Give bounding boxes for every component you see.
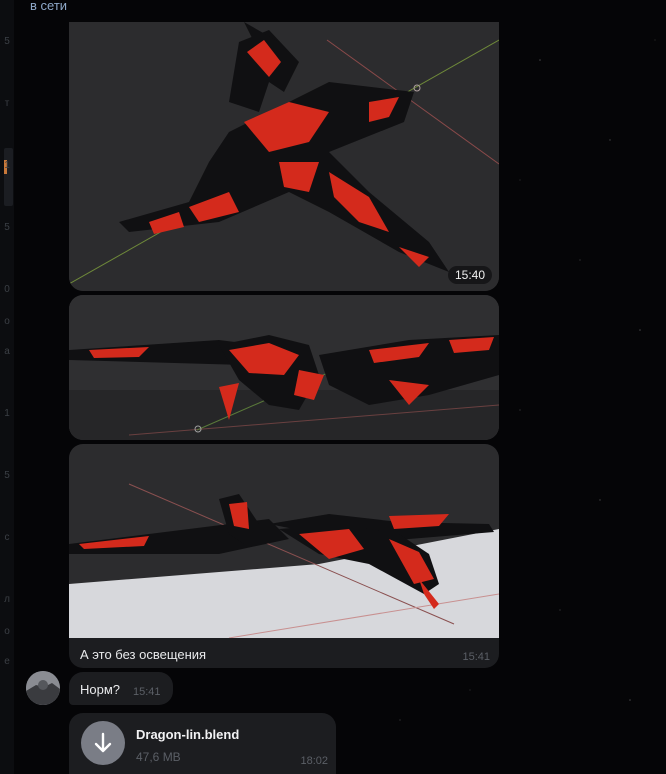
photo-message[interactable] [69, 295, 499, 440]
message-time: 15:41 [133, 686, 161, 698]
photo-message-with-caption[interactable]: А это без освещения 15:41 [69, 444, 499, 668]
chat-list-mark: о [4, 316, 10, 327]
chat-list-mark: 1 [4, 408, 10, 419]
chat-list-mark: 5 [4, 470, 10, 481]
chat-list-mark: 5 [4, 222, 10, 233]
message-time: 15:41 [462, 651, 490, 663]
message-text: Норм? [80, 682, 121, 697]
chat-list-mark: 0 [4, 284, 10, 295]
chat-list-mark: 1 [4, 160, 10, 171]
chat-list-mark: 5 [4, 36, 10, 47]
message-time: 15:40 [447, 266, 492, 284]
chat-list-mark: с [4, 532, 10, 543]
file-message[interactable]: Dragon-lin.blend 47,6 MB 18:02 [69, 713, 336, 774]
dragon-render-image [69, 22, 499, 291]
active-chat-indicator[interactable] [4, 148, 13, 206]
message-time: 18:02 [300, 755, 328, 767]
dragon-render-image [69, 444, 499, 638]
dragon-render-image [69, 295, 499, 440]
chat-list-mark: о [4, 626, 10, 637]
chat-list-mark: л [4, 594, 10, 605]
photo-container [69, 444, 499, 638]
photo-message[interactable]: 15:40 [69, 22, 499, 291]
download-icon [94, 732, 112, 753]
chat-list-mark: т [4, 98, 10, 109]
photo-caption: А это без освещения [80, 647, 207, 662]
file-name[interactable]: Dragon-lin.blend [136, 727, 239, 742]
download-button[interactable] [81, 721, 125, 765]
chat-list-mark: е [4, 656, 10, 667]
avatar[interactable] [26, 671, 60, 705]
text-message[interactable]: Норм? 15:41 [69, 672, 173, 705]
contact-status: в сети [30, 0, 68, 13]
avatar-image [26, 671, 60, 705]
chat-list-edge: 5 т 1 5 0 о а 1 5 с л о е [0, 0, 14, 774]
file-size: 47,6 MB [136, 750, 181, 764]
chat-list-mark: а [4, 346, 10, 357]
